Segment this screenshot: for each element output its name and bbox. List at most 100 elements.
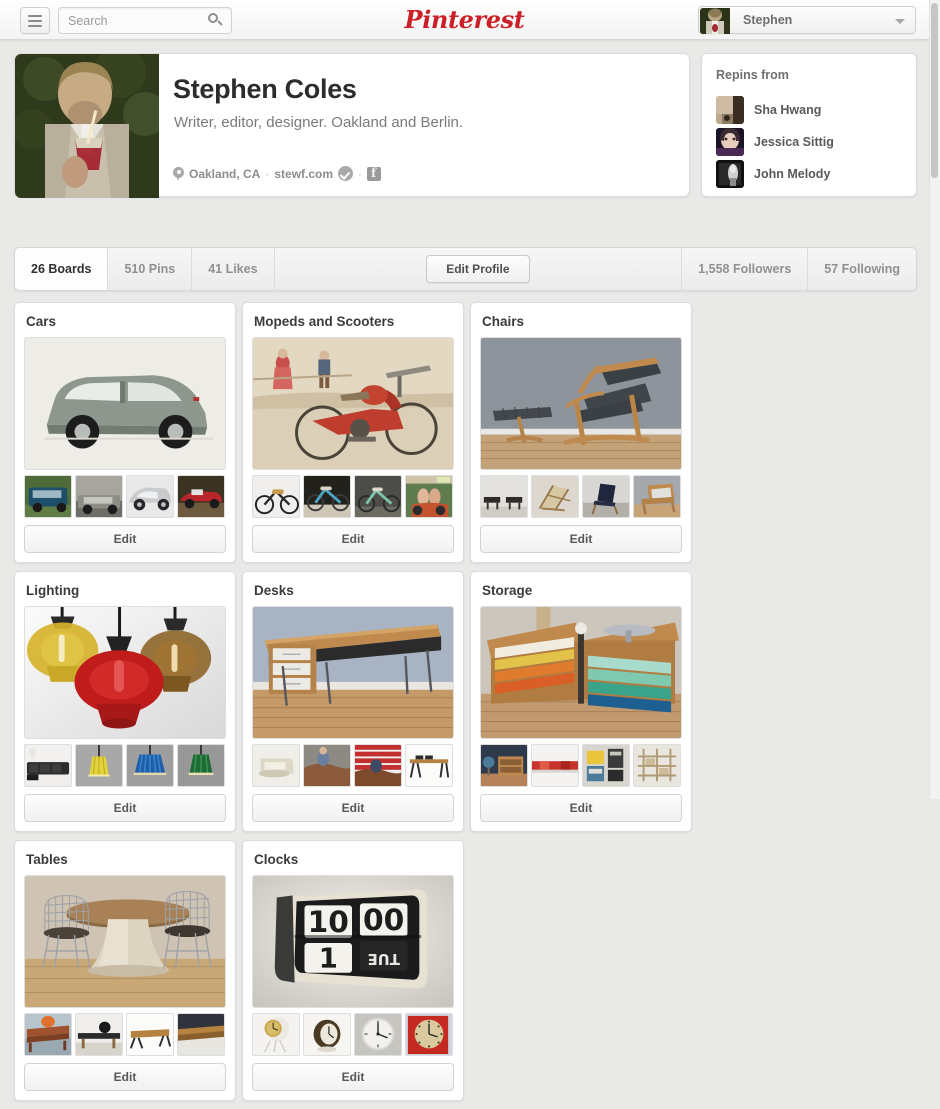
board-thumbnail[interactable]: [24, 744, 72, 787]
board-thumbnail[interactable]: [303, 744, 351, 787]
board-card[interactable]: Chairs Edit: [470, 302, 692, 563]
board-thumbnail[interactable]: [354, 744, 402, 787]
repin-person-row[interactable]: Sha Hwang: [716, 96, 821, 124]
board-thumbnail[interactable]: [531, 744, 579, 787]
board-thumbnail[interactable]: [354, 1013, 402, 1056]
repin-person-row[interactable]: John Melody: [716, 160, 830, 188]
boards-grid: Cars Edit Mopeds and Scooters Edit Chair…: [14, 302, 924, 1109]
board-cover-image[interactable]: [480, 606, 682, 739]
board-card[interactable]: Tables Edit: [14, 840, 236, 1101]
tab-pins[interactable]: 510 Pins: [108, 248, 193, 290]
user-avatar: [700, 8, 730, 34]
edit-board-button[interactable]: Edit: [480, 525, 682, 553]
tab-likes[interactable]: 41 Likes: [192, 248, 275, 290]
repin-person-name: Jessica Sittig: [754, 135, 834, 149]
board-card[interactable]: Desks Edit: [242, 571, 464, 832]
board-thumbnail[interactable]: [75, 475, 123, 518]
board-cover-image[interactable]: [24, 875, 226, 1008]
board-thumbnail[interactable]: [303, 1013, 351, 1056]
board-thumbnail[interactable]: [405, 1013, 453, 1056]
board-thumbnails: [252, 475, 454, 518]
svg-text:1: 1: [319, 942, 338, 975]
profile-photo: [15, 54, 159, 198]
profile-card: Stephen Coles Writer, editor, designer. …: [14, 53, 690, 198]
repin-person-name: John Melody: [754, 167, 831, 181]
user-menu-button[interactable]: Stephen: [698, 6, 916, 34]
repin-person-row[interactable]: Jessica Sittig: [716, 128, 834, 156]
search-input[interactable]: [68, 8, 200, 33]
board-thumbnail[interactable]: [177, 1013, 225, 1056]
board-card[interactable]: Clocks 10 00 1 TUE Edit: [242, 840, 464, 1101]
board-thumbnail[interactable]: [582, 744, 630, 787]
board-cover-image[interactable]: [480, 337, 682, 470]
edit-board-button[interactable]: Edit: [252, 1063, 454, 1091]
edit-board-button[interactable]: Edit: [480, 794, 682, 822]
board-thumbnail[interactable]: [303, 475, 351, 518]
board-thumbnail[interactable]: [582, 475, 630, 518]
tab-following[interactable]: 57 Following: [807, 248, 916, 290]
top-navigation-bar: Pinterest Stephen: [0, 0, 929, 40]
board-thumbnails: [24, 1013, 226, 1056]
board-thumbnail[interactable]: [480, 475, 528, 518]
board-thumbnail[interactable]: [480, 744, 528, 787]
board-thumbnails: [24, 475, 226, 518]
board-thumbnail[interactable]: [252, 744, 300, 787]
board-thumbnail[interactable]: [177, 475, 225, 518]
board-card[interactable]: Lighting Edit: [14, 571, 236, 832]
profile-website-link[interactable]: stewf.com: [274, 167, 333, 181]
verified-check-icon: [338, 166, 354, 181]
svg-text:10: 10: [308, 905, 349, 940]
board-thumbnails: [24, 744, 226, 787]
board-thumbnail[interactable]: [75, 744, 123, 787]
board-thumbnail[interactable]: [405, 744, 453, 787]
board-thumbnail[interactable]: [177, 744, 225, 787]
edit-board-button[interactable]: Edit: [252, 525, 454, 553]
board-title: Cars: [26, 314, 57, 329]
board-thumbnail[interactable]: [633, 744, 681, 787]
search-icon[interactable]: [208, 13, 223, 28]
board-title: Storage: [482, 583, 533, 598]
repins-from-title: Repins from: [716, 68, 789, 82]
board-cover-image[interactable]: 10 00 1 TUE: [252, 875, 454, 1008]
board-card[interactable]: Cars Edit: [14, 302, 236, 563]
board-thumbnail[interactable]: [531, 475, 579, 518]
edit-board-button[interactable]: Edit: [24, 794, 226, 822]
board-title: Lighting: [26, 583, 80, 598]
board-thumbnail[interactable]: [126, 744, 174, 787]
chevron-down-icon[interactable]: [895, 19, 905, 24]
edit-board-button[interactable]: Edit: [24, 525, 226, 553]
tab-boards[interactable]: 26 Boards: [15, 248, 109, 290]
edit-board-button[interactable]: Edit: [24, 1063, 226, 1091]
board-cover-image[interactable]: [24, 337, 226, 470]
board-thumbnail[interactable]: [126, 475, 174, 518]
board-thumbnail[interactable]: [252, 475, 300, 518]
board-card[interactable]: Storage Edit: [470, 571, 692, 832]
scrollbar-thumb[interactable]: [931, 3, 938, 178]
edit-board-button[interactable]: Edit: [252, 794, 454, 822]
board-thumbnail[interactable]: [24, 1013, 72, 1056]
stats-spacer: Edit Profile: [275, 248, 682, 290]
meta-separator: ·: [265, 166, 270, 181]
board-thumbnail[interactable]: [126, 1013, 174, 1056]
vertical-scrollbar[interactable]: [929, 0, 940, 799]
hamburger-menu-icon[interactable]: [20, 7, 50, 34]
board-thumbnail[interactable]: [24, 475, 72, 518]
board-thumbnail[interactable]: [405, 475, 453, 518]
board-title: Tables: [26, 852, 68, 867]
board-cover-image[interactable]: [252, 337, 454, 470]
search-box[interactable]: [58, 7, 232, 34]
board-thumbnail[interactable]: [633, 475, 681, 518]
board-thumbnails: [252, 744, 454, 787]
user-menu-label: Stephen: [743, 13, 793, 27]
profile-location: Oakland, CA: [189, 166, 261, 181]
board-thumbnail[interactable]: [252, 1013, 300, 1056]
facebook-icon[interactable]: f: [367, 166, 382, 181]
edit-profile-button[interactable]: Edit Profile: [425, 255, 530, 283]
board-card[interactable]: Mopeds and Scooters Edit: [242, 302, 464, 563]
board-cover-image[interactable]: [24, 606, 226, 739]
profile-name: Stephen Coles: [173, 74, 357, 104]
board-cover-image[interactable]: [252, 606, 454, 739]
tab-followers[interactable]: 1,558 Followers: [681, 248, 807, 290]
board-thumbnail[interactable]: [75, 1013, 123, 1056]
board-thumbnail[interactable]: [354, 475, 402, 518]
